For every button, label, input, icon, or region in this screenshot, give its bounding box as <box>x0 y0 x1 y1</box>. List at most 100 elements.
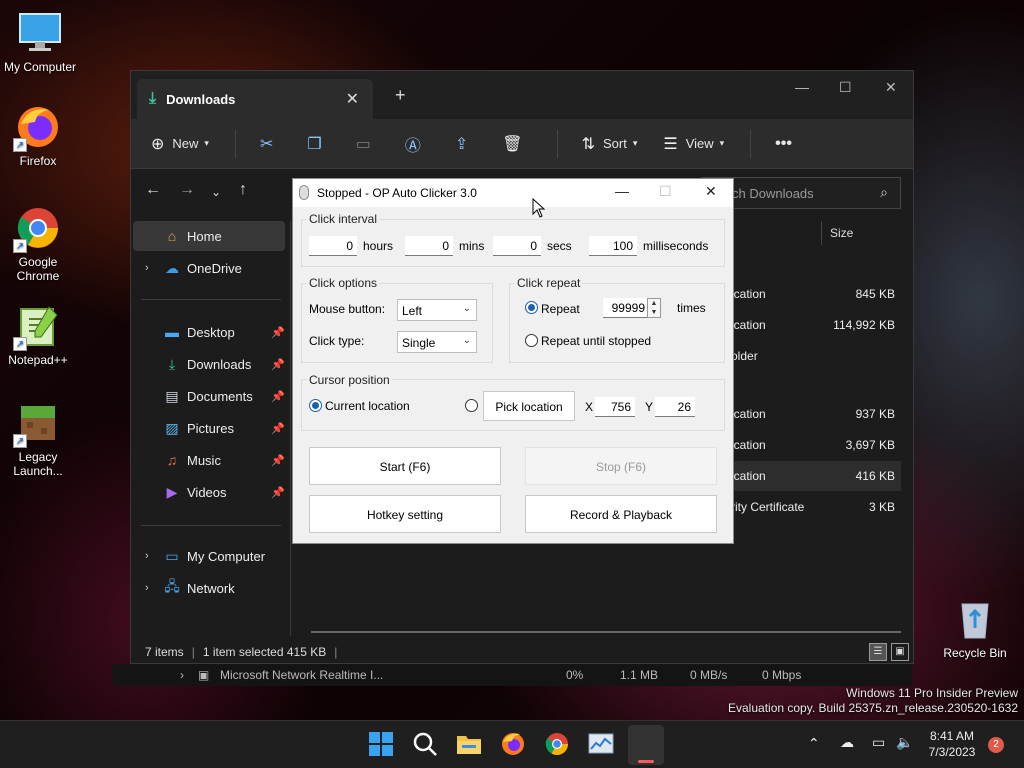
close-window-icon[interactable]: ✕ <box>705 183 717 200</box>
desktop-icon-legacy-launcher[interactable]: ↗ Legacy Launch... <box>0 400 76 478</box>
maximize-icon[interactable]: ☐ <box>659 183 672 200</box>
auto-clicker-taskbar-icon[interactable] <box>628 725 664 765</box>
milliseconds-input[interactable]: 100 <box>589 236 637 256</box>
click-type-value: Single <box>402 336 436 350</box>
pin-icon[interactable]: 📌 <box>271 358 285 371</box>
firefox-icon[interactable] <box>500 731 528 759</box>
desktop-icon-notepadpp[interactable]: ↗ Notepad++ <box>0 303 76 367</box>
delete-button[interactable]: 🗑 <box>502 134 530 154</box>
sidebar-item-home[interactable]: ⌂ Home <box>163 221 222 251</box>
x-coordinate-input[interactable]: 756 <box>595 397 635 417</box>
chevron-right-icon[interactable]: › <box>145 582 149 594</box>
repeat-radio-label[interactable]: Repeat <box>541 302 580 316</box>
sidebar-item-my-computer[interactable]: › ▭ My Computer <box>145 541 265 571</box>
desktop-icon-recycle-bin[interactable]: Recycle Bin <box>937 596 1013 660</box>
mins-input[interactable]: 0 <box>405 236 453 256</box>
repeat-until-stopped-label[interactable]: Repeat until stopped <box>541 334 651 348</box>
desktop-icon-firefox[interactable]: ↗ Firefox <box>0 104 76 168</box>
pin-icon[interactable]: 📌 <box>271 454 285 467</box>
minimize-icon[interactable]: — <box>795 79 809 95</box>
more-options-button[interactable]: ••• <box>775 135 792 153</box>
pin-icon[interactable]: 📌 <box>271 326 285 339</box>
hours-input[interactable]: 0 <box>309 236 357 256</box>
task-manager-icon[interactable] <box>588 731 616 759</box>
hotkey-setting-button[interactable]: Hotkey setting <box>309 495 501 533</box>
maximize-icon[interactable]: ☐ <box>839 79 852 96</box>
up-arrow-icon[interactable]: ↑ <box>239 181 247 199</box>
pick-location-button[interactable]: Pick location <box>483 391 575 421</box>
task-manager-process-row[interactable]: › ▣ Microsoft Network Realtime I... 0% 1… <box>112 664 912 686</box>
current-location-label[interactable]: Current location <box>325 399 410 413</box>
clock-date: 7/3/2023 <box>928 745 976 759</box>
sidebar-item-desktop[interactable]: ▬ Desktop 📌 <box>163 317 285 347</box>
repeat-count-stepper[interactable]: ▲ ▼ <box>647 298 661 318</box>
file-row[interactable]: ication 3,697 KB <box>731 430 901 460</box>
paste-button[interactable]: ▭ <box>356 134 379 154</box>
sidebar-item-documents[interactable]: ▤ Documents 📌 <box>163 381 284 411</box>
desktop-icon-my-computer[interactable]: My Computer <box>2 10 78 74</box>
rename-button[interactable]: Ⓐ <box>405 132 429 156</box>
column-header-size[interactable]: Size <box>821 221 901 245</box>
sidebar-item-pictures[interactable]: ▨ Pictures 📌 <box>163 413 284 443</box>
minimize-icon[interactable]: — <box>615 183 629 199</box>
notification-badge[interactable]: 2 <box>988 737 1004 753</box>
chrome-icon[interactable] <box>544 731 572 759</box>
mouse-button-select[interactable]: Left ⌄ <box>397 299 477 321</box>
tiles-view-icon[interactable]: ▣ <box>891 643 909 661</box>
details-view-icon[interactable]: ☰ <box>869 643 887 661</box>
sidebar-item-network[interactable]: › 🖧 Network <box>145 573 235 603</box>
repeat-count-input[interactable]: 99999 <box>603 298 649 318</box>
sort-button[interactable]: ⇅ Sort ▾ <box>582 134 638 154</box>
sidebar-item-downloads[interactable]: ⤓ Downloads 📌 <box>163 349 285 379</box>
chevron-right-icon[interactable]: › <box>145 550 149 562</box>
file-row[interactable]: ication 114,992 KB <box>731 310 901 340</box>
current-location-radio[interactable] <box>309 399 322 412</box>
chevron-right-icon[interactable]: › <box>180 668 184 682</box>
chevron-right-icon[interactable]: › <box>145 262 149 274</box>
copy-button[interactable]: ❐ <box>307 134 329 154</box>
sidebar-item-music[interactable]: ♫ Music 📌 <box>163 445 285 475</box>
record-playback-button[interactable]: Record & Playback <box>525 495 717 533</box>
file-row[interactable]: ication 937 KB <box>731 399 901 429</box>
back-arrow-icon[interactable]: ← <box>145 181 161 199</box>
windows-start-icon[interactable] <box>368 731 396 759</box>
file-explorer-icon[interactable] <box>456 731 484 759</box>
file-row[interactable]: rity Certificate 3 KB <box>731 492 901 522</box>
close-window-icon[interactable]: ✕ <box>885 79 897 96</box>
sidebar-item-onedrive[interactable]: › ☁ OneDrive <box>145 253 242 283</box>
cut-button[interactable]: ✂ <box>260 134 281 154</box>
file-row[interactable]: older <box>731 341 901 371</box>
forward-arrow-icon[interactable]: → <box>179 181 195 199</box>
file-row-selected[interactable]: ication 416 KB <box>731 461 901 491</box>
new-tab-icon[interactable]: + <box>395 85 406 106</box>
onedrive-offline-icon[interactable]: ☁ <box>840 734 854 751</box>
pin-icon[interactable]: 📌 <box>271 390 285 403</box>
recent-chevron-icon[interactable]: ⌄ <box>211 185 221 199</box>
search-placeholder: ch Downloads <box>732 186 814 201</box>
secs-input[interactable]: 0 <box>493 236 541 256</box>
pick-location-radio[interactable] <box>465 399 478 412</box>
clock[interactable]: 8:41 AM 7/3/2023 <box>922 729 982 759</box>
file-row[interactable]: ication 845 KB <box>731 279 901 309</box>
repeat-radio[interactable] <box>525 301 538 314</box>
desktop-icon-chrome[interactable]: ↗ Google Chrome <box>0 205 76 283</box>
stop-button[interactable]: Stop (F6) <box>525 447 717 485</box>
y-coordinate-input[interactable]: 26 <box>655 397 695 417</box>
network-icon[interactable]: ▭ <box>872 734 885 751</box>
auto-clicker-titlebar[interactable]: Stopped - OP Auto Clicker 3.0 — ☐ ✕ <box>293 179 733 207</box>
share-button[interactable]: ⇪ <box>455 134 476 154</box>
view-button[interactable]: ☰ View ▾ <box>663 134 724 154</box>
tab-downloads[interactable]: ⤓ Downloads ✕ <box>137 79 373 119</box>
volume-icon[interactable]: 🔈 <box>896 734 913 751</box>
start-button[interactable]: Start (F6) <box>309 447 501 485</box>
click-type-select[interactable]: Single ⌄ <box>397 331 477 353</box>
horizontal-scrollbar[interactable] <box>311 631 901 633</box>
pin-icon[interactable]: 📌 <box>271 422 285 435</box>
repeat-until-stopped-radio[interactable] <box>525 334 538 347</box>
new-button[interactable]: ⊕ New ▾ <box>151 134 209 154</box>
pin-icon[interactable]: 📌 <box>271 486 285 499</box>
chevron-up-icon[interactable]: ⌃ <box>808 735 820 752</box>
sidebar-item-videos[interactable]: ▶ Videos 📌 <box>163 477 285 507</box>
close-tab-icon[interactable]: ✕ <box>346 89 359 109</box>
search-icon[interactable] <box>412 731 440 759</box>
